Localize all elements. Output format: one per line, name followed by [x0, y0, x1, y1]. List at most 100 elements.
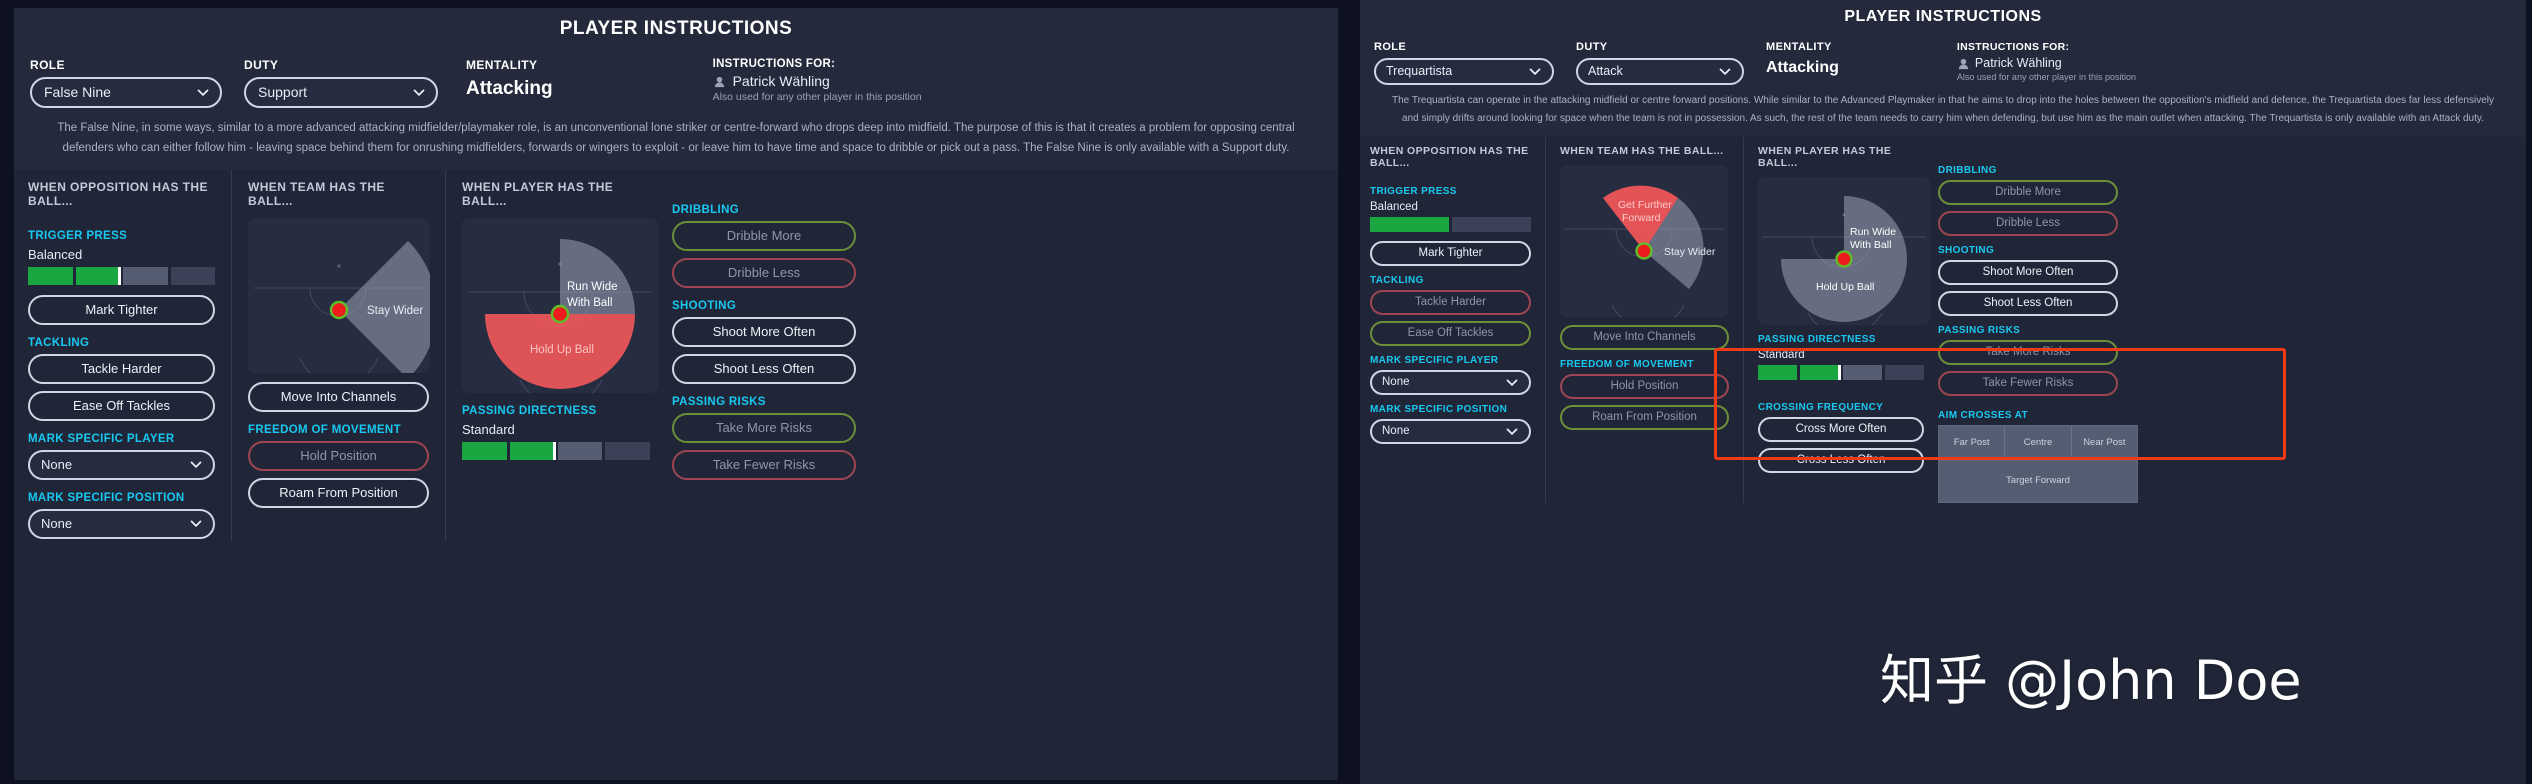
left-mark-tighter-button[interactable]: Mark Tighter [28, 295, 215, 326]
right-hold-position-button[interactable]: Hold Position [1560, 374, 1729, 399]
right-trigger-press-label: TRIGGER PRESS [1370, 186, 1457, 197]
right-take-fewer-risks-button[interactable]: Take Fewer Risks [1938, 371, 2118, 396]
left-mark-position-select[interactable]: None [28, 509, 215, 540]
left-dribble-less-button[interactable]: Dribble Less [672, 258, 856, 289]
left-col-opposition: WHEN OPPOSITION HAS THE BALL... TRIGGER … [14, 170, 232, 542]
right-trigger-press-slider[interactable] [1370, 217, 1531, 232]
left-take-more-risks-button[interactable]: Take More Risks [672, 413, 856, 444]
right-mark-position-value: None [1382, 425, 1410, 437]
right-col-onball-options: DRIBBLING Dribble More Dribble Less SHOO… [1934, 137, 2138, 503]
left-col-team: WHEN TEAM HAS THE BALL... Stay Wider Mov… [232, 170, 446, 542]
slider-segment[interactable] [1758, 365, 1798, 380]
right-dribble-more-button[interactable]: Dribble More [1938, 180, 2118, 205]
right-mark-position-select[interactable]: None [1370, 419, 1531, 444]
chevron-down-icon [190, 518, 202, 530]
right-shoot-less-button[interactable]: Shoot Less Often [1938, 291, 2118, 316]
left-ease-off-tackles-button[interactable]: Ease Off Tackles [28, 391, 215, 422]
slider-segment[interactable] [28, 267, 73, 286]
left-move-into-channels-button[interactable]: Move Into Channels [248, 382, 429, 413]
right-page-title: PLAYER INSTRUCTIONS [1360, 0, 2526, 33]
pitch-label-stay-wider: Stay Wider [1664, 246, 1716, 258]
slider-segment[interactable] [1884, 365, 1924, 380]
right-mark-player-select[interactable]: None [1370, 370, 1531, 395]
right-ease-off-tackles-button[interactable]: Ease Off Tackles [1370, 321, 1531, 346]
left-trigger-press-slider[interactable] [28, 267, 215, 286]
screenshot-root: PLAYER INSTRUCTIONS ROLE False Nine DUTY… [0, 0, 2532, 784]
right-move-into-channels-button[interactable]: Move Into Channels [1560, 325, 1729, 350]
pitch-label-stay-wider: Stay Wider [367, 305, 423, 317]
right-role-select[interactable]: Trequartista [1374, 58, 1554, 85]
slider-segment[interactable] [1452, 217, 1531, 232]
chevron-down-icon [1529, 65, 1541, 77]
chevron-down-icon [413, 86, 425, 98]
right-role-value: Trequartista [1386, 64, 1453, 78]
right-passing-directness-value: Standard [1758, 349, 1805, 361]
right-duty-value: Attack [1588, 64, 1623, 78]
slider-segment[interactable] [509, 442, 556, 461]
pitch-label-run-wide: Run Wide [567, 281, 618, 293]
right-cross-less-often-button[interactable]: Cross Less Often [1758, 448, 1924, 473]
right-duty-field: DUTY Attack [1576, 41, 1744, 85]
left-roam-from-position-button[interactable]: Roam From Position [248, 478, 429, 509]
left-shoot-less-button[interactable]: Shoot Less Often [672, 354, 856, 385]
slider-segment[interactable] [75, 267, 121, 286]
right-take-more-risks-button[interactable]: Take More Risks [1938, 340, 2118, 365]
slider-handle[interactable] [118, 267, 121, 286]
right-passing-directness-slider[interactable] [1758, 365, 1924, 380]
left-role-select[interactable]: False Nine [30, 77, 222, 108]
aim-cell-far-post[interactable]: Far Post [1939, 426, 2006, 460]
right-shoot-more-button[interactable]: Shoot More Often [1938, 260, 2118, 285]
left-duty-field: DUTY Support [244, 58, 438, 108]
left-tackle-harder-button[interactable]: Tackle Harder [28, 354, 215, 385]
left-duty-select[interactable]: Support [244, 77, 438, 108]
left-mentality-value: Attacking [466, 78, 553, 99]
right-duty-select[interactable]: Attack [1576, 58, 1744, 85]
right-mark-tighter-button[interactable]: Mark Tighter [1370, 241, 1531, 266]
left-col2-title: WHEN TEAM HAS THE BALL... [248, 180, 385, 209]
slider-segment[interactable] [557, 442, 603, 461]
right-dribble-less-button[interactable]: Dribble Less [1938, 211, 2118, 236]
right-team-pitch-graphic[interactable]: Get Further Forward Stay Wider [1560, 165, 1728, 317]
left-mark-player-select[interactable]: None [28, 450, 215, 481]
left-trigger-press-label: TRIGGER PRESS [28, 230, 128, 243]
slider-segment[interactable] [123, 267, 168, 286]
avatar-icon [713, 75, 726, 88]
right-player-name: Patrick Wähling [1974, 56, 2062, 70]
left-col-onball-options: DRIBBLING Dribble More Dribble Less SHOO… [664, 170, 870, 541]
slider-handle[interactable] [1837, 365, 1841, 380]
right-passing-directness-label: PASSING DIRECTNESS [1758, 334, 1876, 345]
chevron-down-icon [1506, 376, 1518, 388]
slider-segment[interactable] [605, 442, 650, 461]
aim-cell-centre[interactable]: Centre [2005, 426, 2072, 460]
pitch-label-with-ball: With Ball [1850, 239, 1891, 251]
aim-crosses-target-graphic[interactable]: Far Post Centre Near Post Target Forward [1938, 425, 2138, 503]
left-player-row[interactable]: Patrick Wähling [713, 73, 922, 89]
aim-cell-near-post[interactable]: Near Post [2071, 426, 2137, 460]
right-player-pitch-graphic[interactable]: Run Wide With Ball Hold Up Ball [1758, 177, 1930, 325]
right-role-field: ROLE Trequartista [1374, 41, 1554, 85]
left-role-field: ROLE False Nine [30, 58, 222, 108]
slider-segment[interactable] [1842, 365, 1882, 380]
aim-cell-target-forward[interactable]: Target Forward [1938, 461, 2138, 503]
left-passing-directness-slider[interactable] [462, 442, 650, 461]
slider-segment[interactable] [1370, 217, 1449, 232]
slider-segment[interactable] [1800, 365, 1841, 380]
right-player-row[interactable]: Patrick Wähling [1957, 56, 2136, 70]
left-dribble-more-button[interactable]: Dribble More [672, 221, 856, 252]
slider-segment[interactable] [462, 442, 507, 461]
right-cross-more-often-button[interactable]: Cross More Often [1758, 417, 1924, 442]
right-tackle-harder-button[interactable]: Tackle Harder [1370, 290, 1531, 315]
left-team-pitch-graphic[interactable]: Stay Wider [248, 218, 430, 374]
slider-segment[interactable] [170, 267, 215, 286]
right-roam-from-position-button[interactable]: Roam From Position [1560, 405, 1729, 430]
slider-handle[interactable] [552, 442, 556, 461]
left-player-pitch-graphic[interactable]: Run Wide With Ball Hold Up Ball [462, 218, 658, 394]
right-mentality-label: MENTALITY [1766, 41, 1832, 53]
left-hold-position-button[interactable]: Hold Position [248, 441, 429, 472]
left-instructions-for-label: INSTRUCTIONS FOR: [712, 58, 836, 70]
left-take-fewer-risks-button[interactable]: Take Fewer Risks [672, 450, 856, 481]
left-shoot-more-button[interactable]: Shoot More Often [672, 317, 856, 348]
left-page-title: PLAYER INSTRUCTIONS [14, 8, 1338, 49]
pitch-label-hold-up-ball: Hold Up Ball [530, 344, 594, 356]
right-passing-risks-label: PASSING RISKS [1938, 325, 2021, 336]
